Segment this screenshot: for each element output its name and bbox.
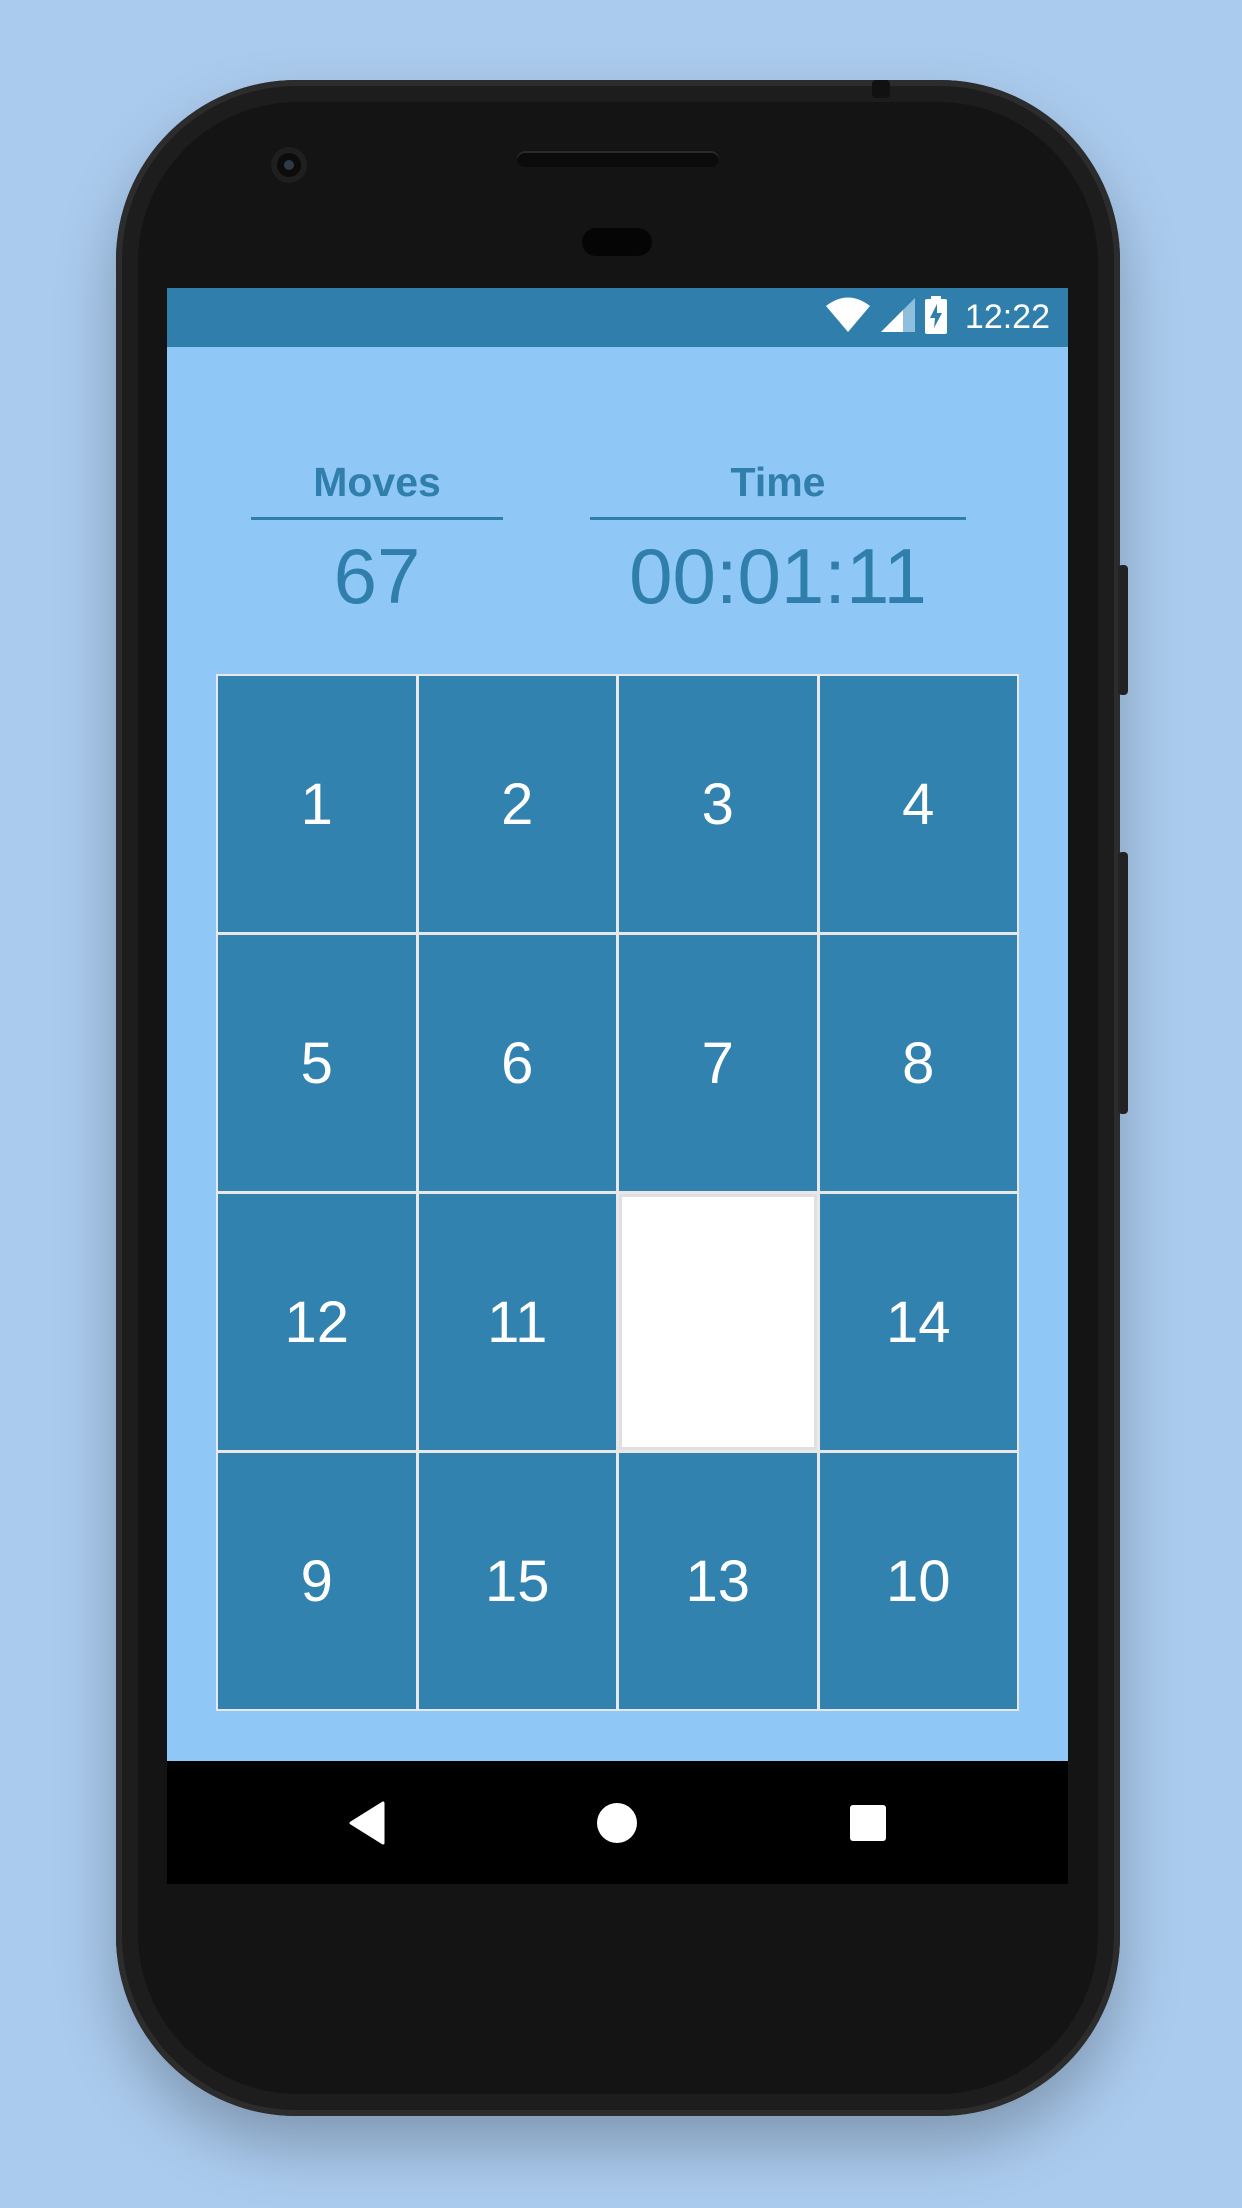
moves-label: Moves [251, 457, 503, 520]
recents-icon[interactable] [842, 1797, 894, 1849]
puzzle-tile[interactable]: 13 [619, 1453, 817, 1709]
puzzle-tile[interactable]: 5 [218, 935, 416, 1191]
puzzle-tile[interactable]: 14 [819, 1194, 1017, 1450]
status-bar: 12:22 [167, 288, 1068, 347]
time-value: 00:01:11 [629, 532, 927, 620]
empty-tile [619, 1194, 817, 1450]
puzzle-tile[interactable]: 10 [819, 1453, 1017, 1709]
back-icon[interactable] [341, 1797, 393, 1849]
puzzle-tile[interactable]: 3 [619, 676, 817, 932]
status-time: 12:22 [964, 298, 1050, 336]
power-button [1118, 565, 1128, 695]
moves-value: 67 [333, 532, 421, 620]
proximity-sensor [582, 228, 652, 256]
puzzle-tile[interactable]: 11 [418, 1194, 616, 1450]
wifi-icon [825, 297, 871, 338]
puzzle-tile[interactable]: 15 [418, 1453, 616, 1709]
top-edge-notch [872, 80, 890, 98]
status-icons: 12:22 [825, 288, 1050, 347]
time-stat: Time 00:01:11 [590, 457, 966, 624]
moves-stat: Moves 67 [251, 457, 503, 624]
puzzle-tile[interactable]: 6 [418, 935, 616, 1191]
puzzle-app: Moves 67 Time 00:01:11 1 2 3 4 5 6 7 8 1… [167, 347, 1068, 1761]
puzzle-board: 1 2 3 4 5 6 7 8 12 11 14 9 15 13 10 [216, 674, 1019, 1711]
cell-signal-icon [880, 298, 915, 337]
puzzle-tile[interactable]: 4 [819, 676, 1017, 932]
puzzle-tile[interactable]: 9 [218, 1453, 416, 1709]
phone-screen: 12:22 Moves 67 Time 00:01:11 1 2 3 4 5 6… [167, 288, 1068, 1884]
volume-button [1118, 852, 1128, 1114]
puzzle-tile[interactable]: 12 [218, 1194, 416, 1450]
puzzle-tile[interactable]: 7 [619, 935, 817, 1191]
battery-charging-icon [924, 296, 947, 339]
puzzle-tile[interactable]: 1 [218, 676, 416, 932]
time-label: Time [590, 457, 966, 520]
front-camera-icon [271, 147, 307, 183]
navigation-bar [167, 1761, 1068, 1884]
earpiece-speaker [517, 151, 719, 167]
puzzle-tile[interactable]: 8 [819, 935, 1017, 1191]
puzzle-tile[interactable]: 2 [418, 676, 616, 932]
home-icon[interactable] [591, 1797, 643, 1849]
